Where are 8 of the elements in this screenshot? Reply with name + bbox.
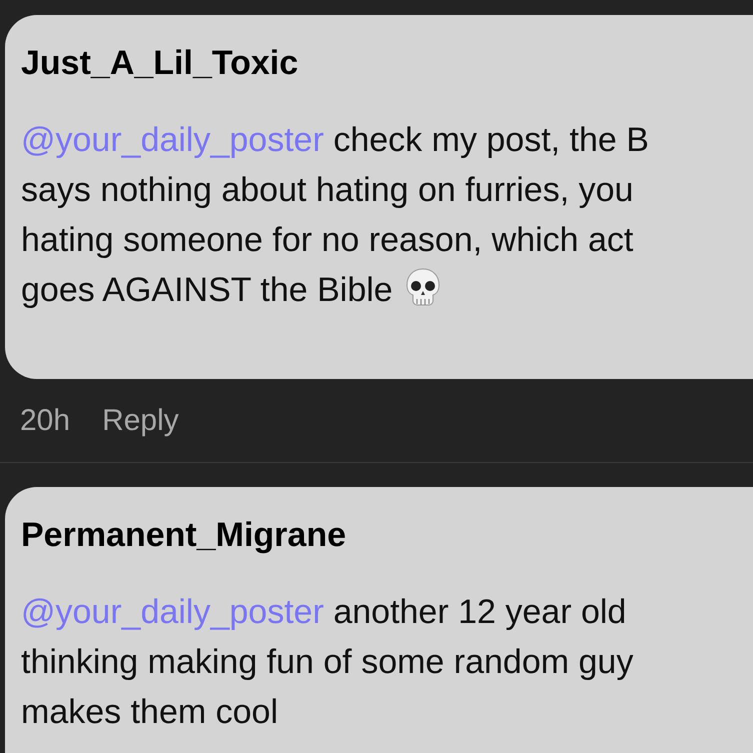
comment-text: @your_daily_poster check my post, the B says nothing about hating on furries, you hating someone for no reason, which act goes AGAINST the Bible (21, 120, 650, 311)
mention-link[interactable]: @your_daily_poster (21, 593, 324, 631)
comment-author: Just_A_Lil_Toxic (21, 43, 300, 84)
comment-author: Permanent_Migrane (21, 515, 347, 556)
mention-link[interactable]: @your_daily_poster (21, 121, 324, 159)
reply-button[interactable]: Reply (102, 398, 179, 443)
comment-text: @your_daily_poster another 12 year old thinking making fun of some random guy makes them cool (21, 592, 634, 733)
comment-time: 20h (20, 403, 70, 439)
